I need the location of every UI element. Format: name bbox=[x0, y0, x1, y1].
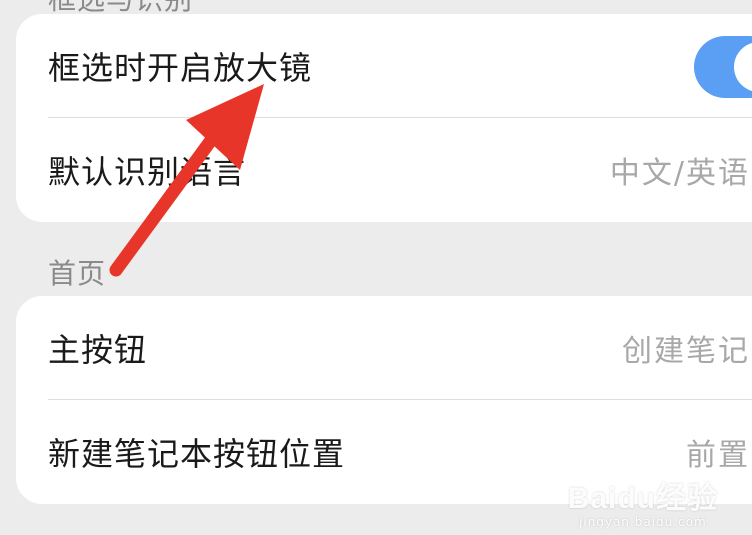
setting-label-language: 默认识别语言 bbox=[48, 152, 247, 191]
toggle-knob bbox=[734, 42, 752, 92]
magnifier-toggle[interactable] bbox=[694, 36, 752, 98]
baidu-jingyan-watermark: Baidu经验 jingyan.baidu.com bbox=[568, 473, 718, 529]
setting-row-main-button[interactable]: 主按钮 创建笔记 bbox=[16, 296, 752, 399]
watermark-logo: Baidu经验 bbox=[567, 482, 718, 515]
setting-label-magnifier: 框选时开启放大镜 bbox=[48, 48, 313, 87]
setting-label-notebook-button-position: 新建笔记本按钮位置 bbox=[48, 434, 346, 473]
setting-row-magnifier[interactable]: 框选时开启放大镜 bbox=[16, 14, 752, 117]
settings-card-recognition: 框选时开启放大镜 默认识别语言 中文/英语 bbox=[16, 14, 752, 222]
section-title-home: 首页 bbox=[48, 257, 107, 290]
setting-value-main-button: 创建笔记 bbox=[622, 333, 750, 369]
setting-label-main-button: 主按钮 bbox=[48, 330, 148, 369]
watermark-url: jingyan.baidu.com bbox=[578, 515, 707, 529]
setting-value-language: 中文/英语 bbox=[609, 155, 750, 191]
setting-row-language[interactable]: 默认识别语言 中文/英语 bbox=[16, 118, 752, 221]
setting-value-notebook-button-position: 前置 bbox=[686, 437, 750, 473]
